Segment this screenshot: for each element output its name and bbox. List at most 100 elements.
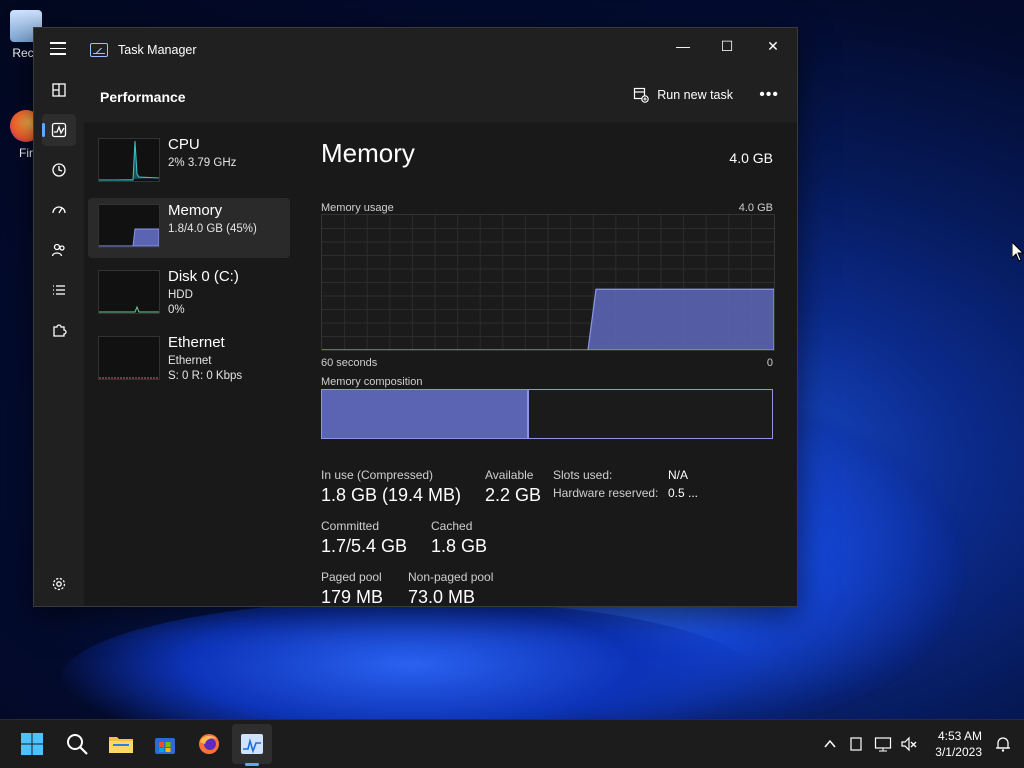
content-area: Performance Run new task ••• CPU 2% 3.79… [84, 72, 797, 607]
hardware-reserved-value: 0.5 ... [668, 486, 699, 500]
maximize-button[interactable]: ☐ [705, 32, 749, 60]
search-button[interactable] [62, 729, 92, 759]
resource-detail-line: Ethernet [168, 355, 212, 367]
file-explorer-icon [109, 737, 133, 753]
resource-list: CPU 2% 3.79 GHz Memory 1.8/4.0 GB (45%) … [84, 132, 294, 396]
nav-startup-apps[interactable] [42, 194, 76, 226]
close-button[interactable]: ✕ [751, 32, 795, 60]
clock-time: 4:53 AM [937, 729, 982, 743]
store-button[interactable] [150, 729, 180, 759]
x-axis-right-label: 0 [766, 357, 773, 369]
in-use-label: In use (Compressed) [321, 468, 434, 482]
committed-label: Committed [321, 519, 380, 533]
mouse-cursor [1012, 242, 1024, 262]
paged-pool-label: Paged pool [321, 570, 382, 584]
memory-thumbnail [98, 204, 160, 248]
history-icon [52, 163, 66, 177]
desktop-icon-label: Fir [19, 146, 33, 160]
task-manager-icon [241, 734, 263, 754]
committed-value: 1.7/5.4 GB [321, 536, 408, 556]
tablet-icon[interactable] [848, 736, 864, 752]
resource-detail-line: 0% [168, 304, 185, 316]
minimize-button[interactable]: — [661, 32, 705, 60]
taskbar: 4:53 AM 3/1/2023 [0, 719, 1024, 768]
slots-used-label: Slots used: [553, 468, 613, 482]
volume-muted-icon[interactable] [900, 736, 918, 752]
run-new-task-label: Run new task [657, 88, 733, 102]
memory-in-use-segment [322, 390, 529, 438]
memory-usage-chart [322, 215, 775, 351]
resource-detail: HDD 0% [168, 288, 193, 318]
page-title: Performance [100, 89, 186, 105]
memory-title: Memory [321, 138, 415, 168]
resource-detail: 1.8/4.0 GB (45%) [168, 223, 257, 235]
nav-processes[interactable] [42, 74, 76, 106]
task-manager-taskbar-button[interactable] [237, 729, 267, 759]
resource-ethernet[interactable]: Ethernet Ethernet S: 0 R: 0 Kbps [88, 330, 290, 390]
task-manager-app-icon [90, 43, 108, 57]
clock-date: 3/1/2023 [935, 745, 982, 759]
x-axis-left-label: 60 seconds [321, 357, 378, 369]
resource-detail: 2% 3.79 GHz [168, 157, 237, 169]
nav-app-history[interactable] [42, 154, 76, 186]
file-explorer-button[interactable] [106, 729, 136, 759]
system-tray [822, 720, 918, 768]
network-icon[interactable] [874, 736, 892, 752]
notification-icon[interactable] [994, 735, 1012, 753]
page-header: Performance Run new task ••• [84, 72, 797, 123]
store-icon [155, 738, 175, 754]
hardware-reserved-label: Hardware reserved: [553, 486, 659, 500]
speedometer-icon [52, 206, 66, 214]
available-value: 2.2 GB [485, 485, 542, 505]
taskbar-active-indicator [245, 763, 259, 766]
paged-pool-value: 179 MB [321, 587, 384, 607]
cached-value: 1.8 GB [431, 536, 488, 556]
memory-usage-graph [321, 214, 775, 351]
task-manager-window: Task Manager — ☐ ✕ Performance Run new t… [33, 27, 798, 607]
run-task-icon [634, 87, 650, 103]
slots-used-value: N/A [668, 468, 689, 482]
cpu-thumbnail [98, 138, 160, 182]
nav-users[interactable] [42, 234, 76, 266]
cached-label: Cached [431, 519, 473, 533]
resource-name: Ethernet [168, 334, 225, 351]
resource-detail-line: S: 0 R: 0 Kbps [168, 370, 243, 382]
puzzle-icon [53, 324, 67, 337]
list-icon [53, 285, 65, 295]
title-bar[interactable]: Task Manager — ☐ ✕ [34, 28, 797, 72]
hamburger-menu-icon[interactable] [50, 42, 66, 56]
run-new-task-button[interactable]: Run new task [633, 87, 733, 103]
memory-usage-label: Memory usage [321, 202, 394, 214]
available-label: Available [485, 468, 534, 482]
in-use-value: 1.8 GB (19.4 MB) [321, 485, 462, 505]
processes-icon [52, 83, 66, 97]
chevron-up-icon[interactable] [822, 736, 838, 752]
taskbar-clock[interactable]: 4:53 AM 3/1/2023 [935, 728, 982, 760]
nav-details[interactable] [42, 274, 76, 306]
resource-name: Memory [168, 202, 223, 219]
window-title: Task Manager [118, 43, 197, 57]
disk-thumbnail [98, 270, 160, 314]
resource-disk[interactable]: Disk 0 (C:) HDD 0% [88, 264, 290, 324]
resource-name: CPU [168, 136, 200, 153]
firefox-icon [199, 734, 219, 754]
non-paged-pool-label: Non-paged pool [408, 570, 494, 584]
nav-performance[interactable] [42, 114, 76, 146]
nav-sidebar [34, 72, 84, 606]
firefox-button[interactable] [194, 729, 224, 759]
resource-memory[interactable]: Memory 1.8/4.0 GB (45%) [88, 198, 290, 258]
memory-composition-bar [321, 389, 773, 439]
nav-services[interactable] [42, 314, 76, 346]
start-icon [21, 733, 43, 755]
nav-settings[interactable] [42, 568, 76, 600]
resource-cpu[interactable]: CPU 2% 3.79 GHz [88, 132, 290, 192]
non-paged-pool-value: 73.0 MB [408, 587, 476, 607]
more-options-button[interactable]: ••• [759, 86, 779, 104]
resource-name: Disk 0 (C:) [168, 268, 239, 285]
start-button[interactable] [17, 729, 47, 759]
memory-detail-panel: Memory 4.0 GB Memory usage 4.0 GB 60 sec… [321, 132, 775, 607]
ethernet-thumbnail [98, 336, 160, 380]
memory-usage-max: 4.0 GB [738, 202, 773, 214]
memory-total: 4.0 GB [729, 150, 773, 166]
users-icon [51, 243, 65, 257]
